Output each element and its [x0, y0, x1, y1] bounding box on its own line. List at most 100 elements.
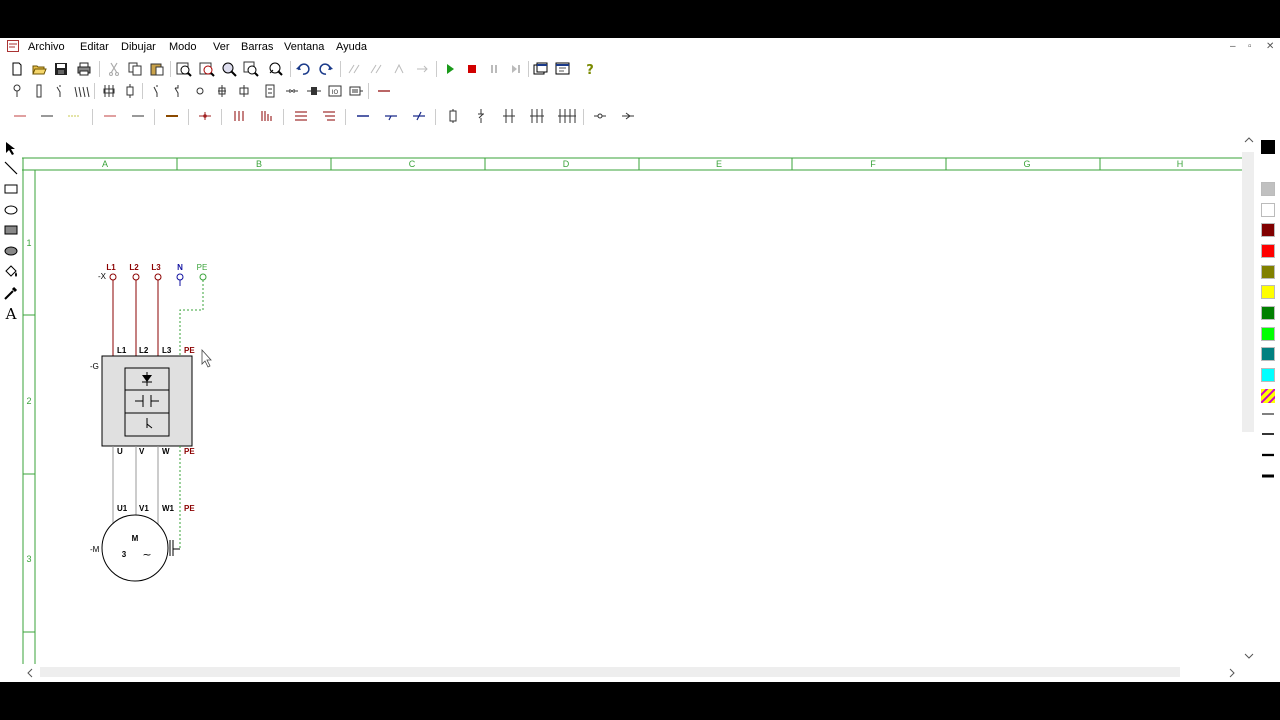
step-end-icon[interactable] — [508, 61, 524, 77]
line-tap-icon[interactable] — [383, 108, 399, 124]
plug-male-icon[interactable] — [592, 108, 608, 124]
horizontal-bus-n-icon[interactable] — [321, 108, 337, 124]
minimize-button[interactable]: – — [1230, 41, 1236, 52]
filled-ellipse-icon[interactable] — [3, 243, 19, 259]
coil-icon[interactable] — [122, 83, 138, 99]
pushbutton-icon[interactable] — [9, 83, 25, 99]
swatch-lime[interactable] — [1261, 327, 1275, 341]
filled-rectangle-icon[interactable] — [3, 222, 19, 238]
save-icon[interactable] — [53, 61, 69, 77]
fuse-icon[interactable] — [31, 83, 47, 99]
line-width-3-icon[interactable] — [1260, 449, 1276, 461]
wire-red-icon[interactable] — [102, 108, 118, 124]
contactor-icon[interactable] — [101, 83, 117, 99]
plug-female-icon[interactable] — [620, 108, 636, 124]
line-width-1-icon[interactable] — [1260, 408, 1276, 420]
undo-icon[interactable] — [295, 61, 311, 77]
junction-icon[interactable] — [197, 108, 213, 124]
relay-single-icon[interactable] — [445, 108, 461, 124]
reset-icon[interactable] — [414, 61, 430, 77]
zoom-out-icon[interactable] — [199, 61, 215, 77]
relay-double-icon[interactable] — [501, 108, 517, 124]
bus-icon[interactable] — [348, 83, 364, 99]
menu-barras[interactable]: Barras — [241, 41, 273, 53]
schematic-canvas[interactable]: A B C D E F G H 1 2 3 L1 L2 L3 N PE -X L… — [22, 134, 1242, 664]
scroll-up-icon[interactable] — [1244, 136, 1254, 144]
menu-modo[interactable]: Modo — [169, 41, 197, 53]
wire-red-icon[interactable] — [376, 83, 392, 99]
scroll-left-icon[interactable] — [26, 668, 34, 678]
swatch-gray[interactable] — [1261, 182, 1275, 196]
zoom-in-icon[interactable] — [176, 61, 192, 77]
menu-ayuda[interactable]: Ayuda — [336, 41, 367, 53]
supply-wires[interactable] — [112, 280, 159, 356]
line-blue-icon[interactable] — [355, 108, 371, 124]
no-contact-icon[interactable] — [149, 83, 165, 99]
help-icon[interactable]: ? — [582, 61, 598, 77]
play-icon[interactable] — [442, 61, 458, 77]
menu-archivo[interactable]: Archivo — [28, 41, 65, 53]
swatch-black[interactable] — [1261, 140, 1275, 154]
new-file-icon[interactable] — [9, 61, 25, 77]
wire-brown-icon[interactable] — [164, 108, 180, 124]
pe-wire-motor[interactable] — [175, 446, 181, 550]
relay-quad-icon[interactable] — [557, 108, 577, 124]
line-cross-icon[interactable] — [411, 108, 427, 124]
redo-icon[interactable] — [318, 61, 334, 77]
frequency-drive[interactable] — [101, 355, 193, 447]
close-button[interactable]: ✕ — [1266, 41, 1274, 52]
scroll-down-icon[interactable] — [1244, 652, 1254, 660]
line-icon[interactable] — [3, 160, 19, 176]
wire-black-icon[interactable] — [130, 108, 146, 124]
swatch-olive[interactable] — [1261, 265, 1275, 279]
open-folder-icon[interactable] — [31, 61, 47, 77]
vertical-scrollbar[interactable] — [1242, 134, 1256, 664]
line-width-4-icon[interactable] — [1260, 470, 1276, 482]
zoom-previous-icon[interactable] — [267, 61, 283, 77]
zoom-all-icon[interactable] — [243, 61, 259, 77]
swatch-teal[interactable] — [1261, 347, 1275, 361]
horizontal-scrollbar[interactable] — [22, 664, 1244, 680]
paste-icon[interactable] — [149, 61, 165, 77]
menu-ventana[interactable]: Ventana — [284, 41, 324, 53]
swatch-cyan[interactable] — [1261, 368, 1275, 382]
rectangle-icon[interactable] — [3, 181, 19, 197]
window-cascade-icon[interactable] — [555, 61, 571, 77]
fill-bucket-icon[interactable] — [3, 264, 19, 280]
swatch-pattern-icon[interactable] — [1261, 389, 1275, 403]
step-back-icon[interactable] — [346, 61, 362, 77]
horizontal-scroll-thumb[interactable] — [40, 667, 1180, 677]
pause-icon[interactable] — [486, 61, 502, 77]
select-arrow-icon[interactable] — [3, 140, 19, 156]
switch-icon[interactable] — [52, 83, 68, 99]
restore-button[interactable]: ▫ — [1248, 41, 1252, 52]
vertical-bus-n-icon[interactable] — [259, 108, 275, 124]
wire-l2-icon[interactable] — [39, 108, 55, 124]
motor[interactable]: M 3 ~ — [101, 514, 180, 582]
step-icon[interactable] — [391, 61, 407, 77]
swatch-white[interactable] — [1261, 203, 1275, 217]
horizontal-bus-icon[interactable] — [293, 108, 309, 124]
vertical-bus-icon[interactable] — [231, 108, 247, 124]
vertical-scroll-thumb[interactable] — [1242, 152, 1254, 432]
ellipse-icon[interactable] — [3, 202, 19, 218]
wire-pe-icon[interactable] — [66, 108, 82, 124]
zoom-window-icon[interactable] — [221, 61, 237, 77]
line-width-2-icon[interactable] — [1260, 428, 1276, 440]
menu-editar[interactable]: Editar — [80, 41, 109, 53]
step-forward-icon[interactable] — [368, 61, 384, 77]
relay-triple-icon[interactable] — [529, 108, 545, 124]
plug-icon[interactable] — [284, 83, 300, 99]
timer-icon[interactable] — [262, 83, 278, 99]
wire-l1-icon[interactable] — [12, 108, 28, 124]
stop-icon[interactable] — [464, 61, 480, 77]
swatch-maroon[interactable] — [1261, 223, 1275, 237]
window-tile-icon[interactable] — [532, 61, 548, 77]
nc-contact-icon[interactable] — [170, 83, 186, 99]
lamp-icon[interactable] — [192, 83, 208, 99]
copy-icon[interactable] — [127, 61, 143, 77]
swatch-yellow[interactable] — [1261, 285, 1275, 299]
print-icon[interactable] — [76, 61, 92, 77]
thermal-relay-icon[interactable] — [236, 83, 252, 99]
color-picker-icon[interactable] — [3, 285, 19, 301]
